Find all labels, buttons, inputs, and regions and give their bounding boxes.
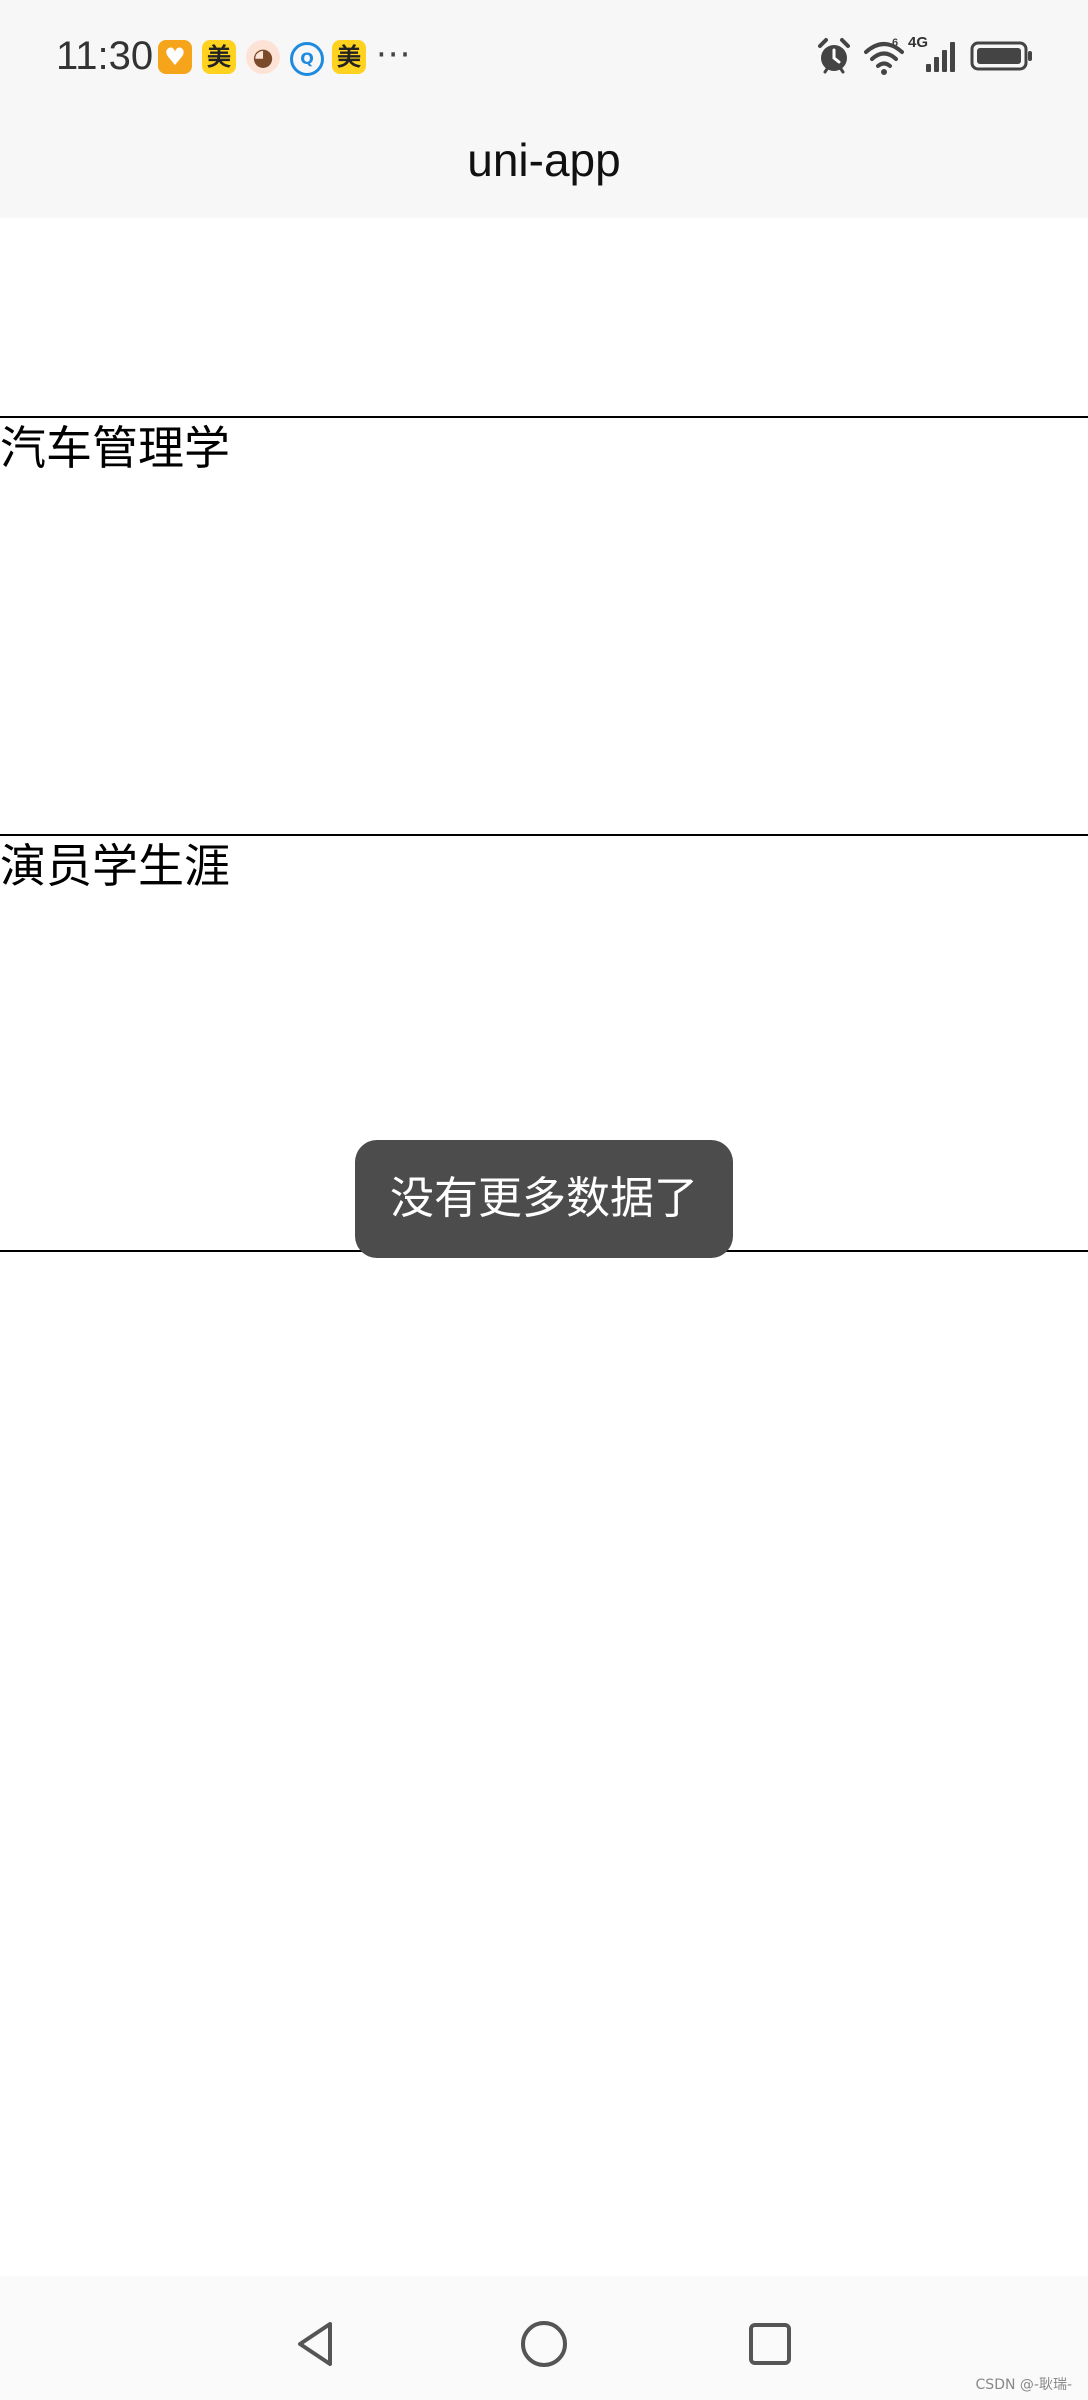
signal-icon: [926, 42, 955, 72]
wifi-icon: 6: [864, 37, 904, 75]
list-item[interactable]: 汽车管理学: [0, 416, 1088, 834]
status-time: 11:30: [56, 34, 154, 78]
home-button[interactable]: [516, 2316, 572, 2372]
list-item-label: 演员学生涯: [0, 839, 230, 893]
navigation-bar: uni-app: [0, 112, 1088, 218]
alarm-icon: [818, 38, 850, 74]
chat-bubble-icon: Q: [290, 42, 324, 76]
system-navigation-bar: CSDN @-耿瑞-: [0, 2276, 1088, 2400]
heart-app-icon: ♥: [158, 40, 192, 74]
back-button[interactable]: [288, 2316, 344, 2372]
recents-button[interactable]: [742, 2316, 798, 2372]
meituan-icon: 美: [332, 40, 366, 74]
wifi-label: 6: [892, 37, 898, 49]
status-bar: 11:30 ♥ 美 ◕ Q 美 ··· 6 4G: [0, 0, 1088, 112]
toast-message: 没有更多数据了: [355, 1140, 733, 1258]
watermark: CSDN @-耿瑞-: [975, 2377, 1072, 2393]
battery-icon: [970, 41, 1032, 71]
page-title: uni-app: [467, 134, 621, 186]
meituan-icon: 美: [202, 40, 236, 74]
more-notifications-icon: ···: [376, 35, 412, 75]
list-item-label: 汽车管理学: [0, 421, 230, 475]
avatar-app-icon: ◕: [246, 40, 280, 74]
